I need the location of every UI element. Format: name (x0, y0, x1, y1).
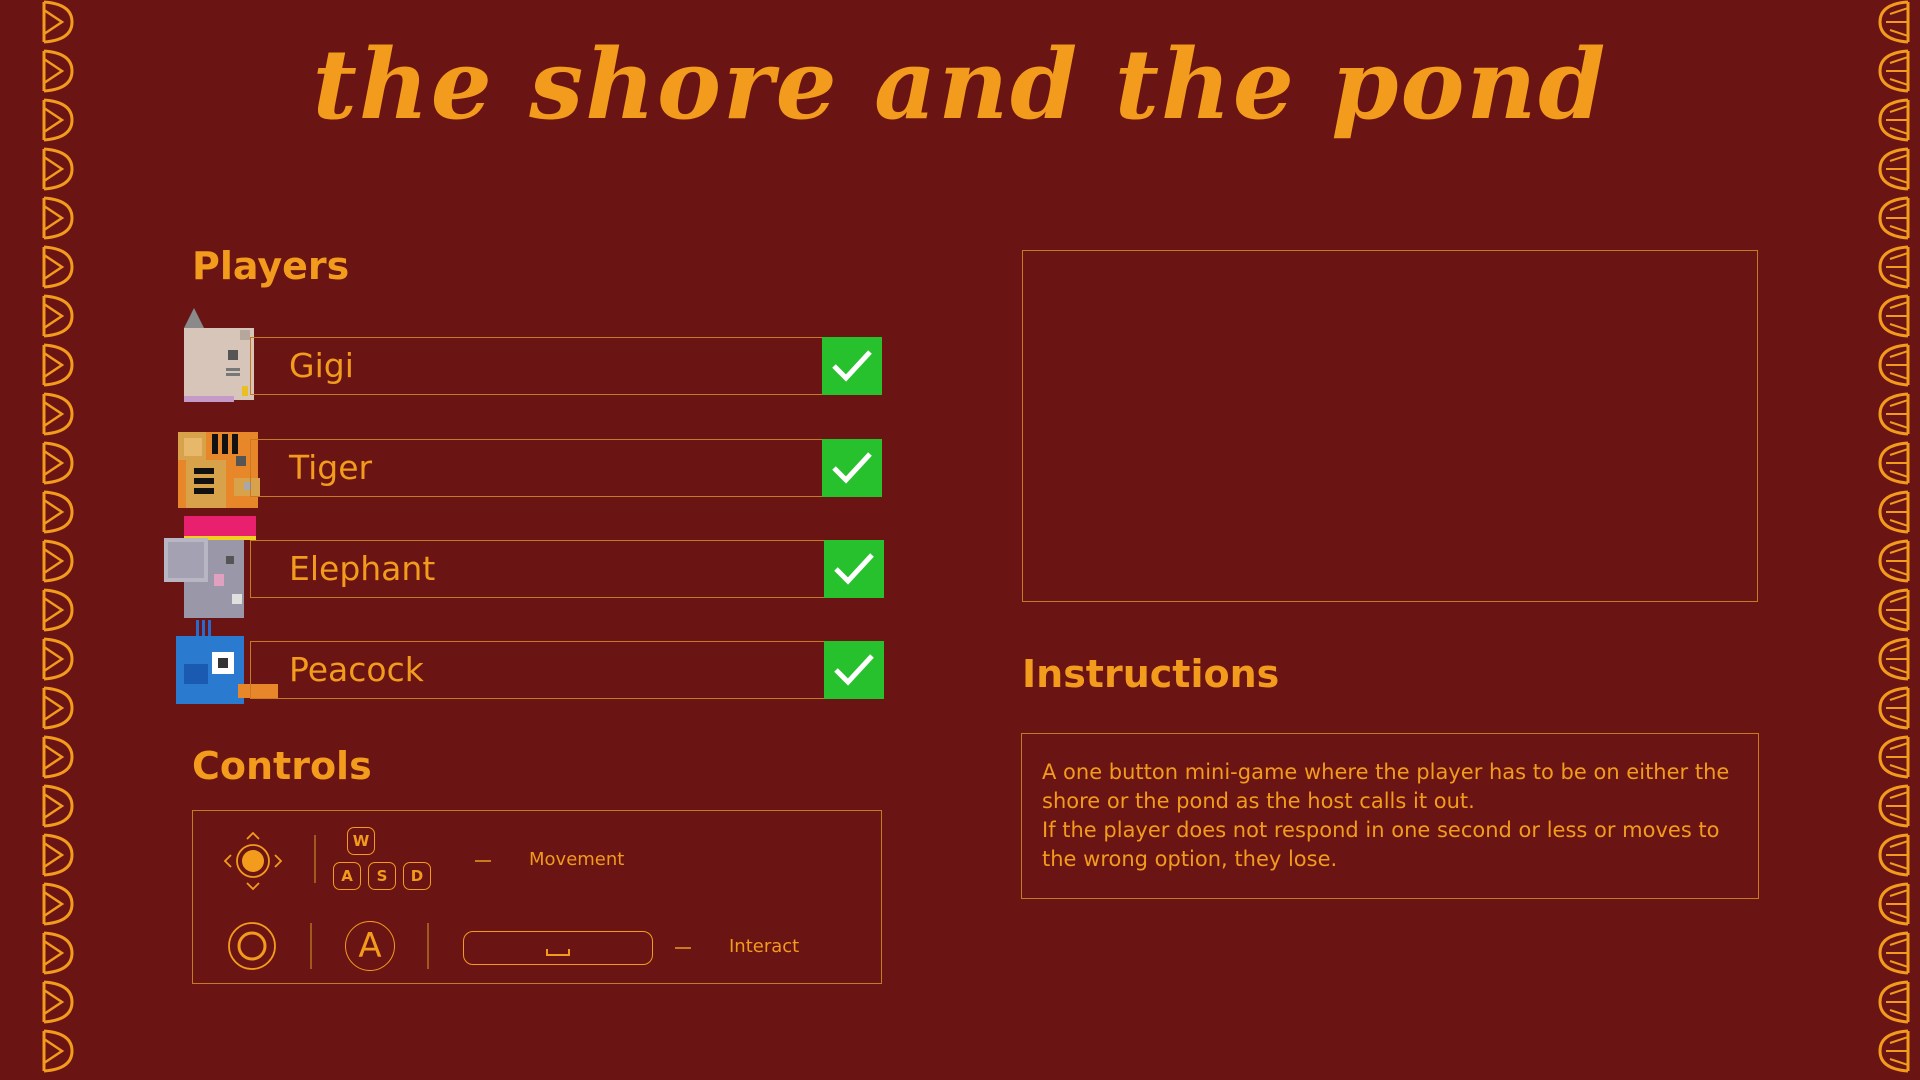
instruction-line: If the player does not respond in one se… (1042, 818, 1720, 842)
player-row-peacock: Peacock (250, 641, 884, 699)
instruction-line: shore or the pond as the host calls it o… (1042, 789, 1475, 813)
instructions-panel: A one button mini-game where the player … (1021, 733, 1759, 899)
player-name: Tiger (289, 448, 373, 487)
key-w: W (347, 827, 375, 855)
key-s: S (368, 862, 396, 890)
preview-panel (1022, 250, 1758, 602)
gamepad-a-button-icon: A (345, 921, 395, 971)
player-name: Elephant (289, 549, 436, 588)
controls-divider (310, 923, 312, 969)
players-heading: Players (192, 244, 350, 288)
elephant-icon (162, 514, 258, 624)
gamepad-a-label: A (358, 926, 382, 966)
player-row-tiger: Tiger (250, 439, 882, 497)
label-dash (475, 860, 491, 862)
controls-panel: W A S D Movement A Interact (192, 810, 882, 984)
controls-divider (427, 923, 429, 969)
player-row-elephant: Elephant (250, 540, 884, 598)
key-a: A (333, 862, 361, 890)
interact-label: Interact (729, 936, 800, 957)
ready-check-icon (822, 439, 882, 497)
movement-label: Movement (529, 849, 625, 870)
instructions-heading: Instructions (1022, 652, 1280, 696)
space-icon (546, 949, 570, 956)
player-row-gigi: Gigi (250, 337, 882, 395)
ready-check-icon (824, 540, 884, 598)
controls-heading: Controls (192, 744, 372, 788)
cat-icon (180, 306, 260, 410)
controls-divider (314, 835, 316, 883)
right-decorative-border (1876, 0, 1912, 1080)
game-lobby-screen: the shore and the pond Players Gigi Tige… (0, 0, 1920, 1080)
game-title: the shore and the pond (312, 28, 1608, 141)
player-name: Peacock (289, 650, 424, 689)
spacebar-key (463, 931, 653, 965)
left-decorative-border (40, 0, 76, 1080)
circle-button-icon (227, 921, 277, 975)
instruction-line: the wrong option, they lose. (1042, 847, 1338, 871)
instruction-line: A one button mini-game where the player … (1042, 760, 1730, 784)
label-dash (675, 947, 691, 949)
key-d: D (403, 862, 431, 890)
player-name: Gigi (289, 346, 354, 385)
joystick-icon (223, 831, 283, 895)
ready-check-icon (822, 337, 882, 395)
ready-check-icon (824, 641, 884, 699)
